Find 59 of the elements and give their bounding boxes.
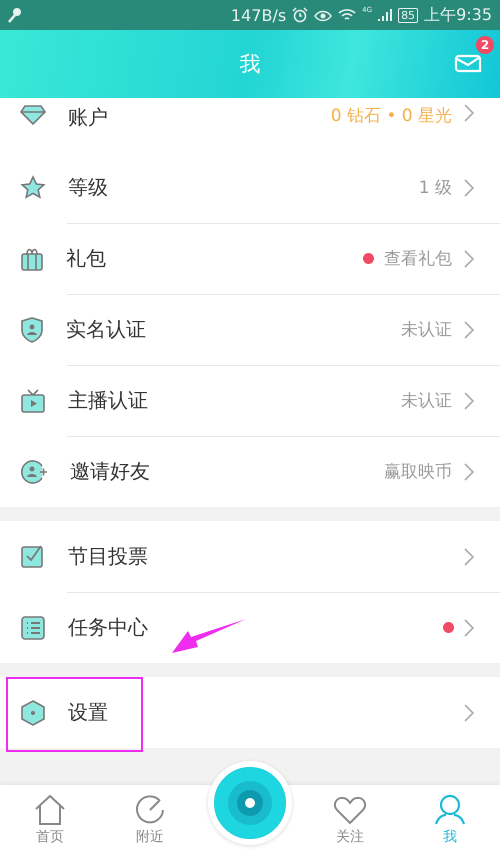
- chevron-right-icon: [464, 462, 474, 480]
- chevron-right-icon: [464, 250, 474, 268]
- chevron-right-icon: [464, 704, 474, 722]
- network-speed: 147B/s: [230, 6, 286, 24]
- diamond-icon: [20, 104, 46, 126]
- clock-time: 上午9:35: [424, 4, 492, 26]
- menu-label: 任务中心: [68, 614, 148, 641]
- menu-row[interactable]: 主播认证 未认证: [0, 365, 500, 436]
- nav-tab[interactable]: 首页: [0, 785, 100, 850]
- menu-label: 邀请好友: [70, 458, 150, 485]
- compass-icon: [134, 794, 166, 826]
- person-icon: [433, 794, 467, 826]
- chevron-right-icon: [464, 104, 474, 122]
- chevron-right-icon: [464, 320, 474, 338]
- nav-tab[interactable]: 关注: [300, 785, 400, 850]
- chevron-right-icon: [464, 392, 474, 410]
- menu-value: 查看礼包: [384, 248, 452, 270]
- chevron-right-icon: [464, 618, 474, 636]
- menu-row[interactable]: 等级 1 级: [0, 152, 500, 223]
- page-title: 我: [240, 51, 260, 78]
- chevron-right-icon: [464, 548, 474, 566]
- record-icon: [215, 768, 285, 838]
- menu-row[interactable]: 实名认证 未认证: [0, 294, 500, 365]
- checkbox-icon: [20, 544, 46, 570]
- menu-label: 节目投票: [68, 543, 148, 570]
- signal-icon: [378, 8, 392, 22]
- key-icon: [8, 7, 22, 23]
- wifi-icon: [338, 8, 356, 22]
- menu-label: 等级: [68, 174, 108, 201]
- list-icon: [20, 614, 46, 640]
- nav-tab[interactable]: 附近: [100, 785, 200, 850]
- menu-label: 礼包: [66, 245, 106, 272]
- menu-label: 实名认证: [66, 316, 146, 343]
- menu-row[interactable]: 邀请好友 赢取映币: [0, 436, 500, 507]
- home-icon: [33, 794, 67, 826]
- menu-value: 未认证: [401, 319, 452, 341]
- menu-value: 0 钻石 • 0 星光: [330, 105, 452, 127]
- menu-label: 主播认证: [68, 387, 148, 414]
- menu-label: 设置: [68, 699, 108, 726]
- alarm-icon: [292, 7, 308, 23]
- tv-icon: [20, 388, 46, 414]
- eye-icon: [314, 8, 332, 22]
- menu-value: 1 级: [418, 177, 452, 199]
- menu-row[interactable]: 设置: [0, 677, 500, 748]
- menu-row[interactable]: 账户 0 钻石 • 0 星光: [0, 98, 500, 152]
- shield-icon: [20, 316, 44, 342]
- unread-badge: 2: [476, 36, 494, 54]
- star-icon: [20, 174, 46, 200]
- menu-value: 赢取映币: [384, 461, 452, 483]
- menu-value: 未认证: [401, 390, 452, 412]
- battery-level: 85: [398, 8, 418, 22]
- settings-icon: [20, 700, 46, 726]
- heart-icon: [333, 796, 367, 826]
- chevron-right-icon: [464, 178, 474, 196]
- menu-row[interactable]: 礼包 查看礼包: [0, 223, 500, 294]
- menu-row[interactable]: 节目投票: [0, 521, 500, 592]
- menu-row[interactable]: 任务中心: [0, 592, 500, 663]
- add-person-icon: [20, 458, 48, 484]
- menu-label: 账户: [68, 104, 108, 131]
